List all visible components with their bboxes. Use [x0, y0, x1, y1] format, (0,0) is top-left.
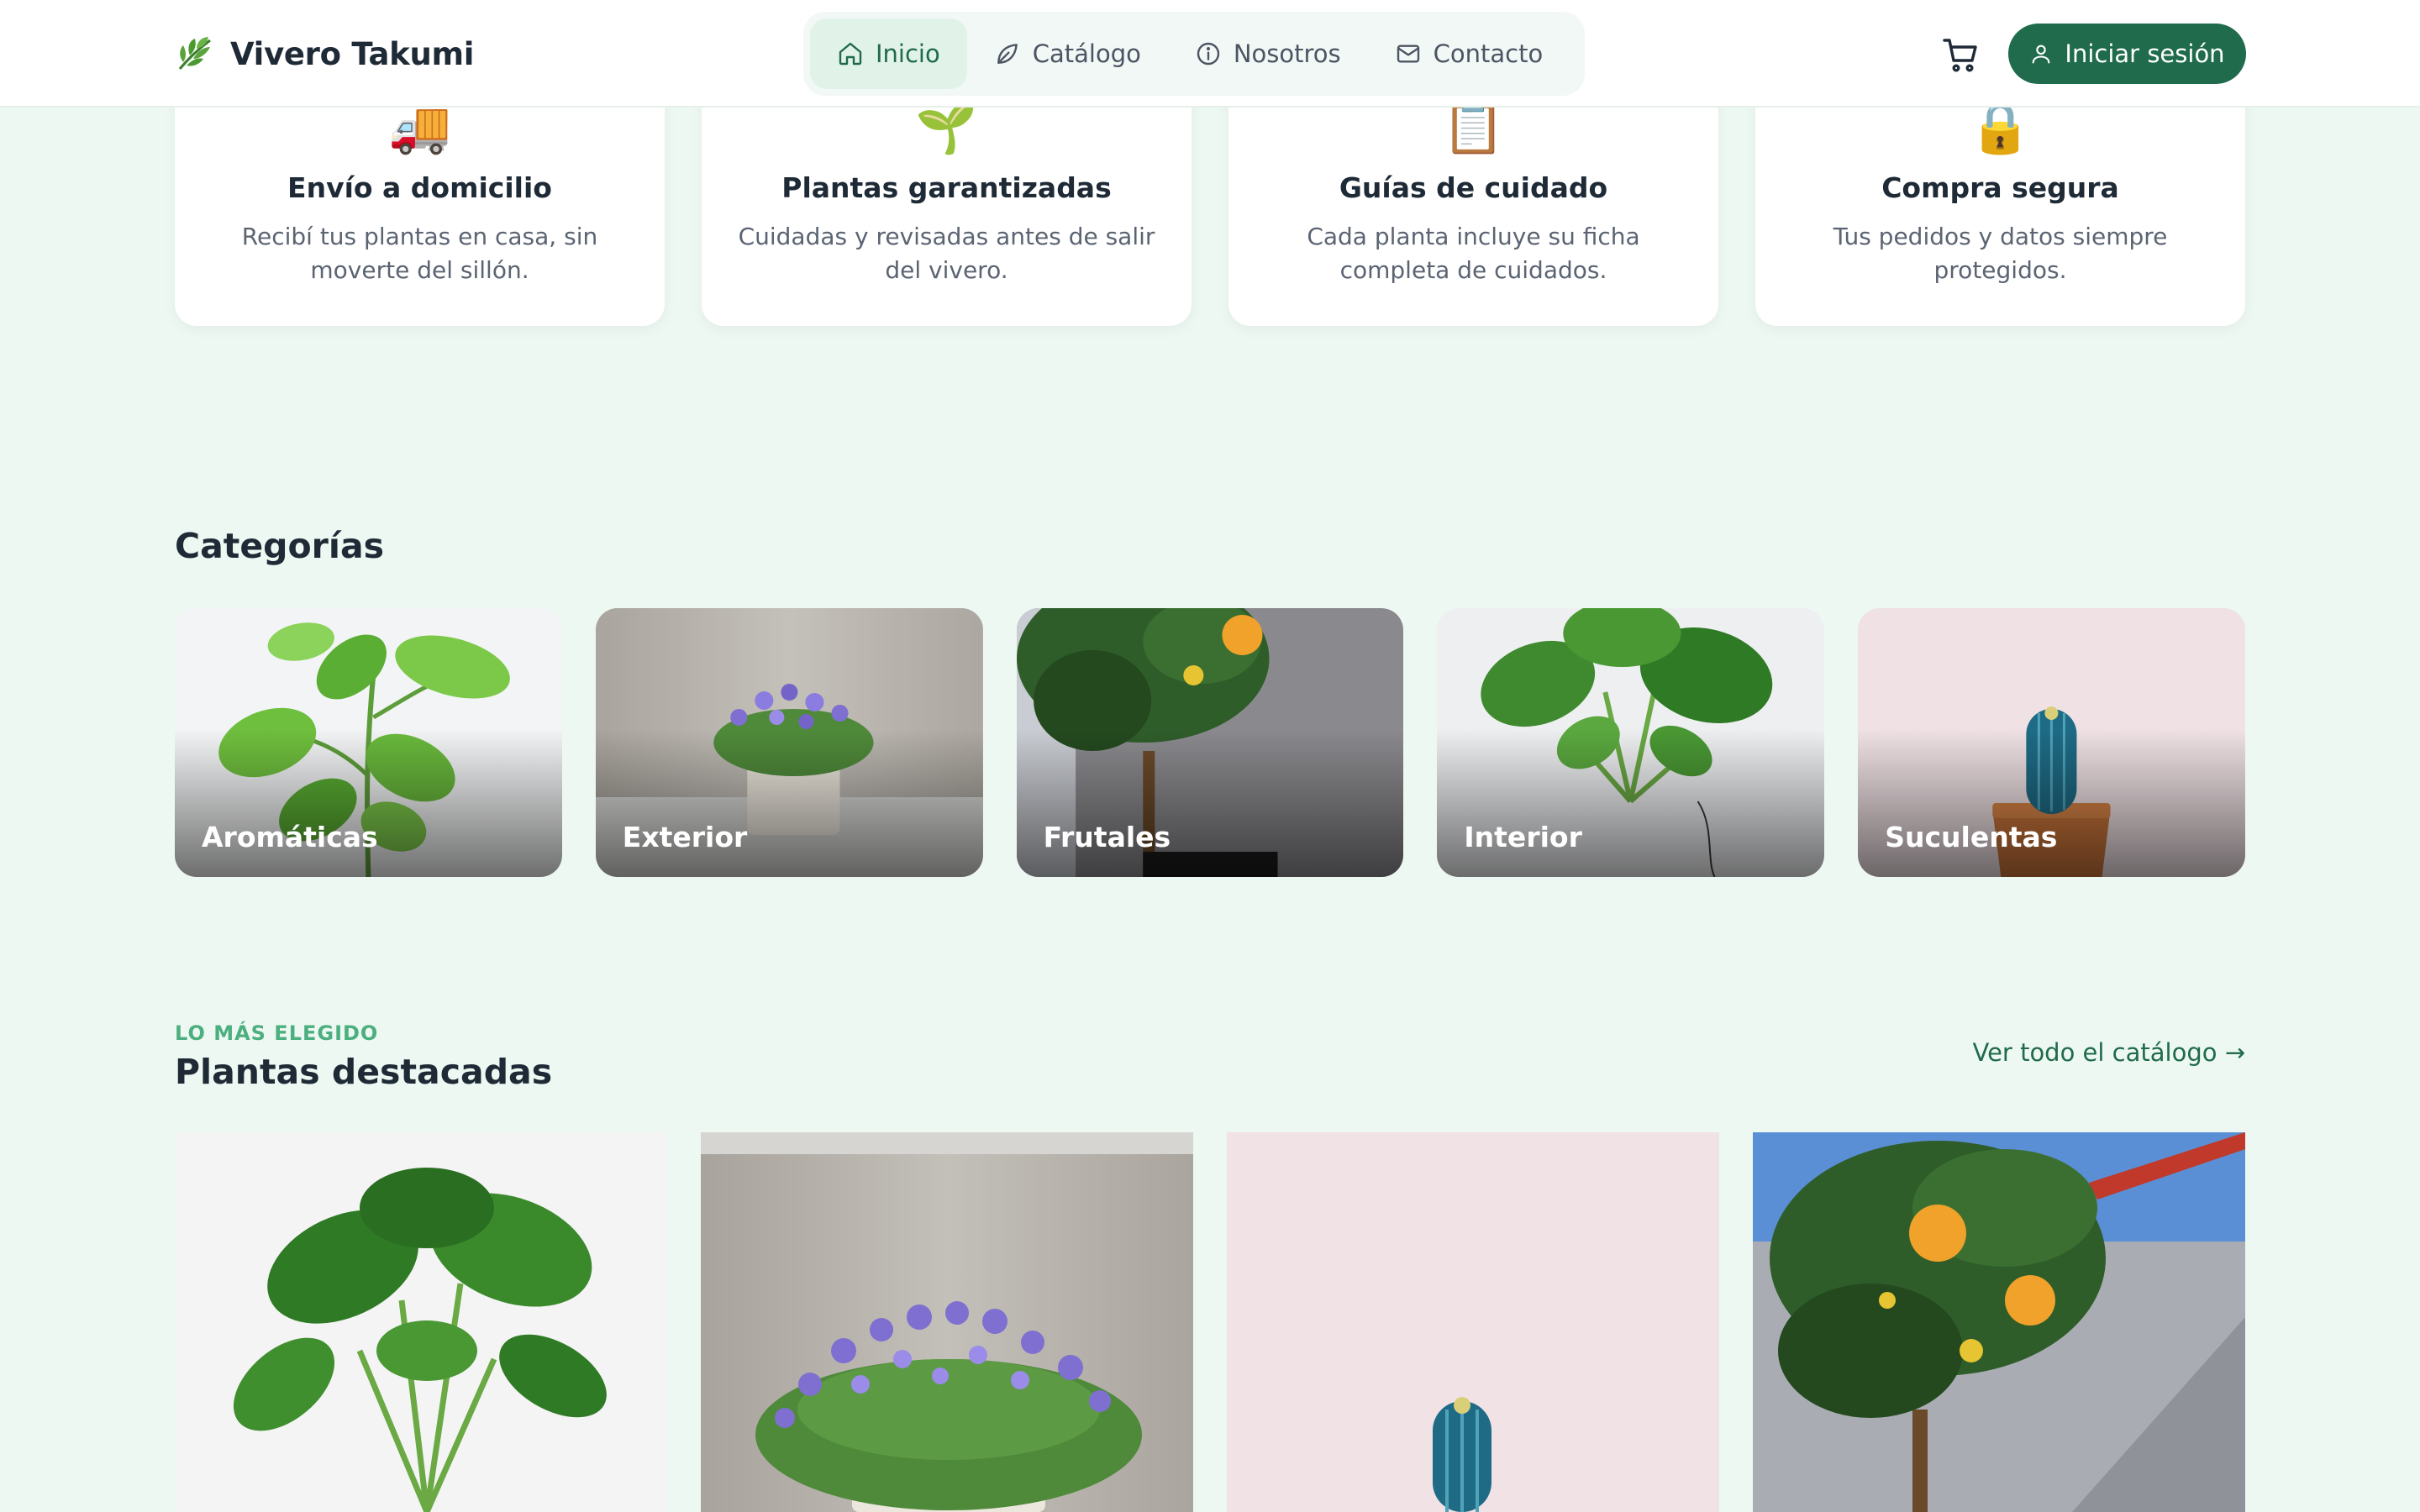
main-nav: Inicio Catálogo Nosotros Contacto — [803, 12, 1585, 96]
product-card[interactable] — [1227, 1132, 1719, 1512]
nav-item-contacto[interactable]: Contacto — [1368, 18, 1570, 89]
feature-text: Cada planta incluye su ficha completa de… — [1307, 223, 1640, 284]
lock-icon: 🔒 — [1969, 98, 2032, 157]
seedling-icon: 🌱 — [915, 98, 978, 157]
feature-title: Envío a domicilio — [287, 171, 552, 204]
nav-item-inicio[interactable]: Inicio — [810, 18, 967, 89]
category-label: Frutales — [1043, 821, 1171, 853]
product-image — [1753, 1132, 2245, 1512]
truck-icon: 🚚 — [388, 98, 451, 157]
nav-label: Nosotros — [1233, 39, 1341, 68]
view-all-link[interactable]: Ver todo el catálogo → — [1973, 1038, 2246, 1067]
category-card-suculentas[interactable]: Suculentas — [1858, 608, 2245, 877]
featured-eyebrow: LO MÁS ELEGIDO — [175, 1021, 379, 1045]
product-image — [175, 1132, 667, 1512]
categories-title: Categorías — [175, 526, 385, 566]
clipboard-icon: 📋 — [1442, 98, 1505, 157]
category-label: Suculentas — [1885, 821, 2058, 853]
product-card[interactable] — [1753, 1132, 2245, 1512]
featured-title: Plantas destacadas — [175, 1052, 553, 1092]
nav-item-nosotros[interactable]: Nosotros — [1168, 18, 1368, 89]
cart-icon — [1943, 39, 1977, 72]
mail-icon — [1397, 45, 1419, 63]
site-header: Vivero Takumi Inicio Catálogo Nosotros C… — [0, 0, 2420, 108]
brand-logo-link[interactable]: Vivero Takumi — [175, 32, 474, 76]
leaf-icon — [178, 37, 211, 70]
home-icon — [839, 42, 862, 66]
category-card-exterior[interactable]: Exterior — [595, 608, 983, 877]
category-label: Interior — [1464, 821, 1582, 853]
featured-products-grid — [175, 1132, 2245, 1512]
login-label: Iniciar sesión — [2065, 39, 2225, 68]
product-card[interactable] — [175, 1132, 667, 1512]
category-card-aromaticas[interactable]: Aromáticas — [175, 608, 562, 877]
categories-grid: Aromáticas Exterior Frutales Interior Su… — [175, 608, 2245, 877]
nav-label: Inicio — [876, 39, 940, 68]
info-icon — [1197, 42, 1220, 66]
feature-title: Plantas garantizadas — [781, 171, 1112, 204]
feature-text: Cuidadas y revisadas antes de salir del … — [738, 223, 1155, 284]
product-image — [701, 1132, 1193, 1512]
cart-button[interactable] — [1938, 32, 1985, 79]
nav-label: Catálogo — [1032, 39, 1141, 68]
category-label: Aromáticas — [202, 821, 378, 853]
category-card-frutales[interactable]: Frutales — [1016, 608, 1404, 877]
product-image — [1227, 1132, 1719, 1512]
brand-name: Vivero Takumi — [230, 35, 475, 72]
login-button[interactable]: Iniciar sesión — [2008, 24, 2246, 84]
product-card[interactable] — [701, 1132, 1193, 1512]
feature-text: Recibí tus plantas en casa, sin moverte … — [241, 223, 598, 284]
category-card-interior[interactable]: Interior — [1437, 608, 1825, 877]
category-label: Exterior — [622, 821, 748, 853]
leaf-icon — [997, 44, 1018, 64]
feature-title: Guías de cuidado — [1339, 171, 1608, 204]
feature-text: Tus pedidos y datos siempre protegidos. — [1833, 223, 2168, 284]
feature-title: Compra segura — [1881, 171, 2119, 204]
user-icon — [2033, 45, 2050, 64]
nav-item-catalogo[interactable]: Catálogo — [967, 18, 1168, 89]
nav-label: Contacto — [1433, 39, 1544, 68]
